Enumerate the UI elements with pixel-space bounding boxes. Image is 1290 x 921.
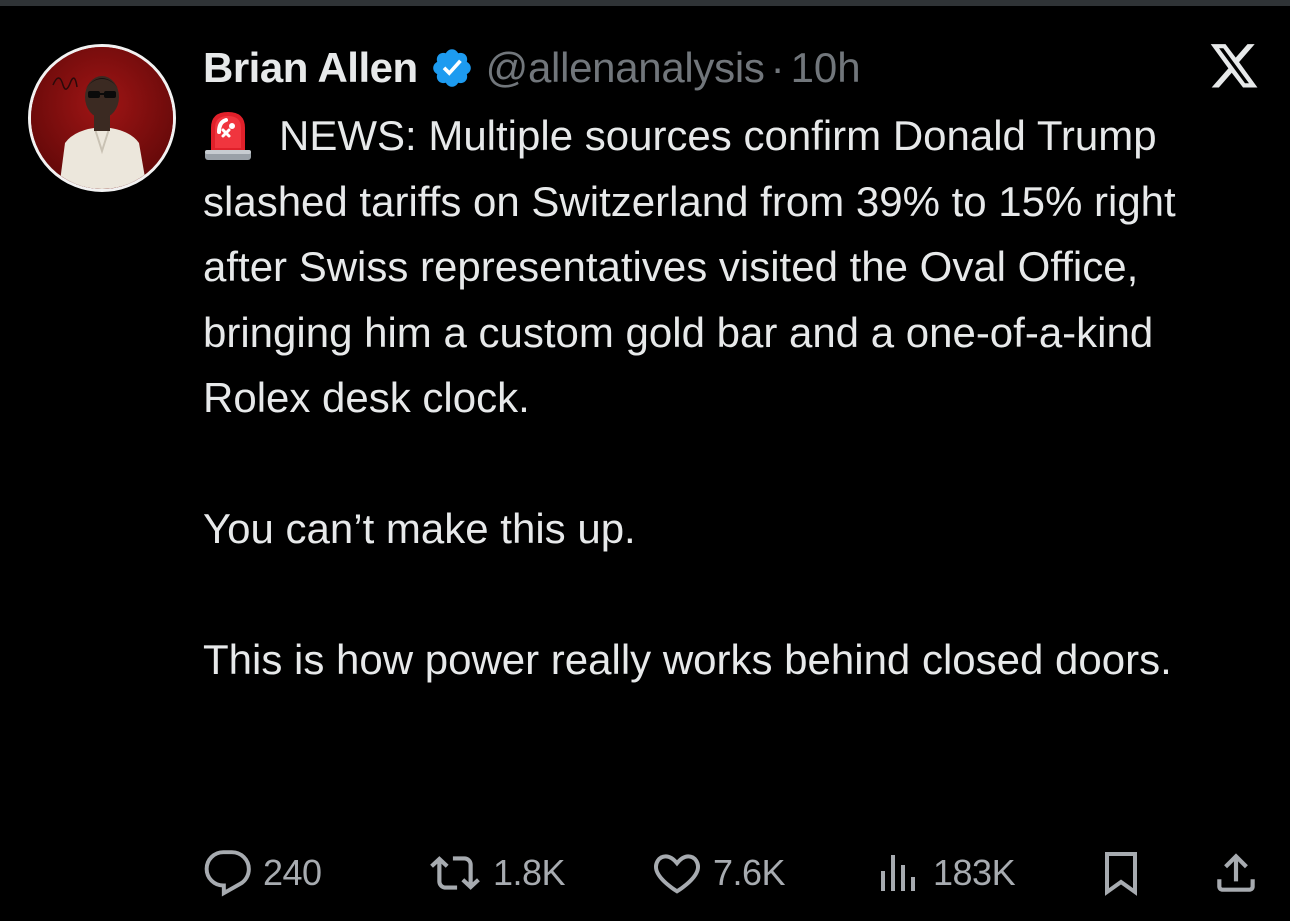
- bookmark-button[interactable]: [1097, 845, 1145, 901]
- share-button[interactable]: [1211, 845, 1261, 901]
- views-button[interactable]: 183K: [875, 845, 1016, 901]
- top-divider: [0, 0, 1290, 6]
- bookmark-icon: [1105, 852, 1137, 896]
- tweet-paragraph-2: You can’t make this up.: [203, 505, 636, 552]
- author-handle[interactable]: @allenanalysis: [486, 44, 765, 92]
- author-name[interactable]: Brian Allen: [203, 44, 418, 92]
- siren-emoji-icon: [203, 106, 253, 160]
- separator-dot: ·: [770, 44, 785, 91]
- reply-button[interactable]: 240: [203, 845, 322, 901]
- tweet-paragraph-1: NEWS: Multiple sources confirm Donald Tr…: [203, 103, 1263, 431]
- views-bar-chart-icon: [881, 855, 915, 891]
- post-time[interactable]: 10h: [791, 44, 861, 92]
- verified-badge-icon: [430, 46, 474, 90]
- tweet-paragraph-3: This is how power really works behind cl…: [203, 636, 1172, 683]
- heart-icon: [654, 854, 700, 894]
- views-count: 183K: [933, 852, 1016, 893]
- like-button[interactable]: 7.6K: [651, 845, 786, 901]
- like-count: 7.6K: [713, 852, 786, 893]
- avatar[interactable]: [28, 44, 176, 192]
- tweet-text-news: NEWS: Multiple sources confirm Donald Tr…: [203, 112, 1176, 421]
- tweet-header: Brian Allen @allenanalysis · 10h: [203, 40, 1263, 96]
- share-icon: [1217, 853, 1255, 892]
- repost-button[interactable]: 1.8K: [427, 845, 566, 901]
- repost-icon: [430, 856, 480, 890]
- action-bar: 240 1.8K 7.6K 183K: [203, 845, 1263, 901]
- repost-count: 1.8K: [493, 852, 566, 893]
- x-logo-icon: [1208, 44, 1260, 92]
- avatar-image: [31, 47, 173, 189]
- reply-count: 240: [263, 852, 322, 893]
- reply-icon: [204, 850, 251, 897]
- tweet-body: NEWS: Multiple sources confirm Donald Tr…: [203, 103, 1263, 693]
